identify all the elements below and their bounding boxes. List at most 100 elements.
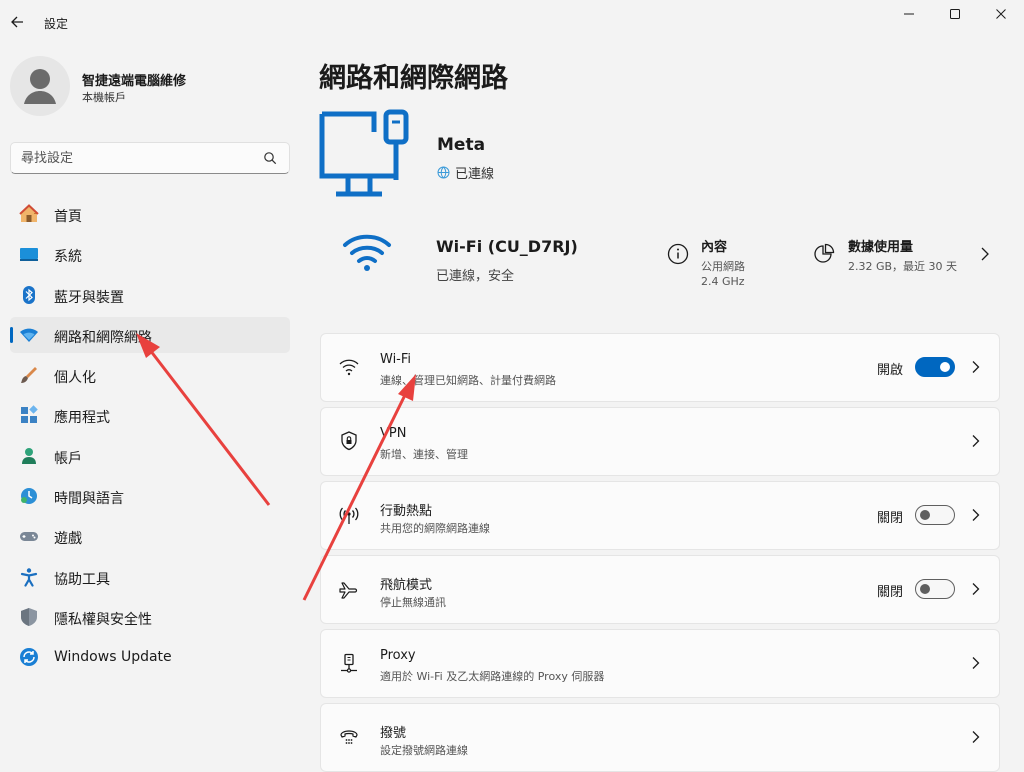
globe-icon	[437, 166, 450, 179]
maximize-button[interactable]	[944, 5, 966, 23]
chevron-right-icon	[972, 361, 980, 373]
sidebar-item-label: 應用程式	[54, 410, 110, 427]
row-subtitle: 新增、連接、管理	[380, 448, 468, 461]
row-title: Proxy	[380, 648, 416, 663]
search-input[interactable]	[21, 149, 251, 167]
chevron-right-icon	[972, 509, 980, 521]
device-status: 已連線	[437, 163, 494, 182]
sidebar-item-label: 個人化	[54, 370, 96, 387]
wifi-state-label: 開啟	[876, 363, 903, 378]
toggle-knob	[920, 510, 930, 520]
accessibility-icon	[19, 567, 39, 587]
network-profile: 公用網路	[701, 260, 745, 273]
airplane-mode-toggle[interactable]	[915, 579, 955, 599]
close-button[interactable]	[990, 5, 1012, 23]
window-title: 設定	[44, 17, 69, 31]
pie-chart-icon	[814, 243, 835, 263]
wifi-settings-row[interactable]: Wi-Fi 連線、管理已知網路、計量付費網路 開啟	[320, 333, 1000, 402]
user-avatar-icon	[24, 69, 56, 104]
network-settings-list: Wi-Fi 連線、管理已知網路、計量付費網路 開啟 VPN 新增、連接、管理 行…	[320, 333, 1000, 772]
sidebar-item-label: 隱私權與安全性	[54, 611, 152, 628]
minimize-icon	[904, 13, 914, 15]
hotspot-toggle[interactable]	[915, 505, 955, 525]
row-subtitle: 連線、管理已知網路、計量付費網路	[380, 374, 556, 387]
sidebar-item-label: 遊戲	[54, 531, 82, 548]
sidebar-item-accessibility[interactable]: 協助工具	[10, 559, 290, 595]
chevron-right-icon	[972, 731, 980, 743]
home-icon	[19, 204, 39, 224]
chevron-right-icon	[972, 583, 980, 595]
data-usage-amount: 2.32 GB，最近 30 天	[848, 260, 958, 273]
avatar	[10, 56, 70, 116]
hotspot-state-label: 關閉	[876, 511, 903, 526]
sidebar-item-time-language[interactable]: 時間與語言	[10, 478, 290, 514]
apps-icon	[19, 405, 39, 425]
dialup-icon	[338, 726, 360, 748]
row-title: Wi-Fi	[380, 352, 412, 367]
wifi-icon	[338, 356, 360, 378]
network-band: 2.4 GHz	[701, 275, 745, 288]
toggle-knob	[940, 362, 950, 372]
sidebar-item-label: 藍牙與裝置	[54, 289, 124, 306]
page-title: 網路和網際網路	[319, 63, 508, 94]
user-profile[interactable]: 智捷遠端電腦維修 本機帳戶	[10, 56, 290, 118]
minimize-button[interactable]	[898, 5, 920, 23]
sidebar-item-gaming[interactable]: 遊戲	[10, 518, 290, 554]
mobile-hotspot-row[interactable]: 行動熱點 共用您的網際網路連線 關閉	[320, 481, 1000, 550]
personalization-icon	[19, 365, 39, 385]
close-icon	[996, 9, 1006, 19]
sidebar-item-windows-update[interactable]: Windows Update	[10, 639, 290, 675]
toggle-knob	[920, 584, 930, 594]
time-language-icon	[19, 486, 39, 506]
connection-summary: Wi-Fi (CU_D7RJ) 已連線，安全 內容 公用網路 2.4 GHz 數…	[320, 212, 1003, 304]
windows-update-icon	[19, 647, 39, 667]
sidebar-nav: 首頁 系統 藍牙與裝置 網路和網際網路 個人化 應用程式 帳戶 時間與語言 遊戲…	[10, 196, 290, 680]
dial-up-row[interactable]: 撥號 設定撥號網路連線	[320, 703, 1000, 772]
sidebar-item-accounts[interactable]: 帳戶	[10, 438, 290, 474]
proxy-row[interactable]: Proxy 適用於 Wi-Fi 及乙太網路連線的 Proxy 伺服器	[320, 629, 1000, 698]
wifi-network-name: Wi-Fi (CU_D7RJ)	[436, 237, 578, 256]
sidebar-item-bluetooth[interactable]: 藍牙與裝置	[10, 277, 290, 313]
sidebar-item-network[interactable]: 網路和網際網路	[10, 316, 290, 353]
sidebar-item-label: 系統	[54, 249, 82, 266]
properties-title: 內容	[701, 240, 728, 255]
row-title: 飛航模式	[380, 578, 433, 593]
row-subtitle: 停止無線通訊	[380, 596, 446, 609]
wifi-signal-icon	[343, 234, 391, 271]
settings-search	[10, 142, 290, 174]
title-bar: 設定	[0, 0, 1024, 44]
sidebar-item-privacy[interactable]: 隱私權與安全性	[10, 599, 290, 635]
sidebar-item-personalization[interactable]: 個人化	[10, 357, 290, 393]
search-icon[interactable]	[263, 151, 277, 165]
info-icon	[667, 243, 689, 265]
sidebar-item-apps[interactable]: 應用程式	[10, 397, 290, 433]
wifi-network-status: 已連線，安全	[436, 269, 515, 284]
back-button[interactable]	[6, 10, 28, 34]
wifi-toggle[interactable]	[915, 357, 955, 377]
row-title: 行動熱點	[380, 504, 433, 519]
chevron-right-icon	[972, 657, 980, 669]
hotspot-icon	[338, 504, 360, 526]
back-arrow-icon	[11, 16, 23, 28]
maximize-icon	[950, 9, 960, 19]
row-subtitle: 適用於 Wi-Fi 及乙太網路連線的 Proxy 伺服器	[380, 670, 605, 683]
vpn-shield-icon	[338, 430, 360, 452]
data-usage-title: 數據使用量	[848, 240, 914, 255]
privacy-icon	[19, 607, 39, 627]
profile-name: 智捷遠端電腦維修	[82, 74, 187, 89]
network-icon	[19, 325, 39, 345]
chevron-right-icon[interactable]	[978, 246, 992, 262]
chevron-right-icon	[972, 435, 980, 447]
sidebar-item-label: 網路和網際網路	[54, 329, 152, 346]
ethernet-monitor-icon	[319, 109, 409, 197]
airplane-mode-row[interactable]: 飛航模式 停止無線通訊 關閉	[320, 555, 1000, 624]
sidebar-item-label: Windows Update	[54, 649, 172, 666]
row-subtitle: 共用您的網際網路連線	[380, 522, 490, 535]
sidebar-item-system[interactable]: 系統	[10, 236, 290, 272]
sidebar-item-home[interactable]: 首頁	[10, 196, 290, 232]
device-status-label: 已連線	[455, 167, 495, 182]
airplane-icon	[338, 578, 360, 600]
row-title: VPN	[380, 426, 407, 441]
gaming-icon	[19, 526, 39, 546]
vpn-settings-row[interactable]: VPN 新增、連接、管理	[320, 407, 1000, 476]
